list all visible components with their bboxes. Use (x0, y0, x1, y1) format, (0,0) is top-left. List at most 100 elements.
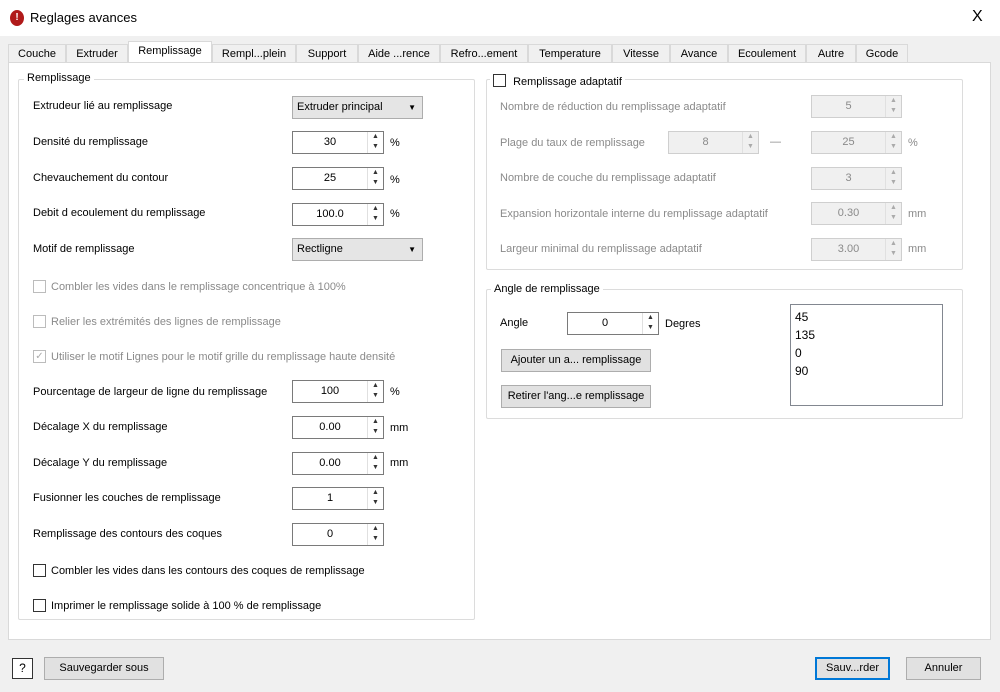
range-max-spinbox[interactable]: 25 ▲ ▼ (811, 131, 902, 154)
concentric-label: Combler les vides dans le remplissage co… (51, 281, 346, 293)
angle-list-item[interactable]: 135 (795, 326, 938, 344)
spin-arrows-icon[interactable]: ▲ ▼ (885, 168, 901, 189)
spin-arrows-icon[interactable]: ▲ ▼ (885, 96, 901, 117)
tab-rempl-plein[interactable]: Rempl...plein (212, 44, 296, 63)
line-width-spinbox[interactable]: 100 ▲ ▼ (292, 380, 384, 403)
tab-ecoulement[interactable]: Ecoulement (728, 44, 806, 63)
overlap-spinbox[interactable]: 25 ▲ ▼ (292, 167, 384, 190)
spin-arrows-icon[interactable]: ▲ ▼ (367, 204, 383, 225)
help-button[interactable]: ? (12, 658, 33, 679)
density-label: Densité du remplissage (33, 136, 148, 148)
range-separator: — (770, 136, 781, 148)
group-title: Remplissage (24, 72, 94, 84)
merge-layers-value: 1 (326, 492, 334, 504)
merge-layers-spinbox[interactable]: 1 ▲ ▼ (292, 487, 384, 510)
connect-lines-label: Relier les extrémités des lignes de remp… (51, 316, 281, 328)
cancel-button[interactable]: Annuler (906, 657, 981, 680)
expansion-spinbox[interactable]: 0.30 ▲ ▼ (811, 202, 902, 225)
reduction-spinbox[interactable]: 5 ▲ ▼ (811, 95, 902, 118)
line-width-unit: % (390, 386, 400, 398)
close-icon[interactable]: X (972, 8, 983, 26)
angle-group-title: Angle de remplissage (491, 283, 603, 295)
expansion-unit: mm (908, 208, 927, 220)
tab-temperature[interactable]: Temperature (528, 44, 612, 63)
angle-list-item[interactable]: 45 (795, 308, 938, 326)
window-title: Reglages avances (30, 10, 137, 25)
pattern-select[interactable]: Rectligne ▼ (292, 238, 423, 261)
spin-arrows-icon[interactable]: ▲ ▼ (367, 488, 383, 509)
merge-layers-label: Fusionner les couches de remplissage (33, 492, 221, 504)
layers-label: Nombre de couche du remplissage adaptati… (500, 172, 716, 184)
lines-pattern-checkbox[interactable]: ✓ (33, 350, 46, 363)
spin-arrows-icon[interactable]: ▲ ▼ (367, 168, 383, 189)
chevron-down-icon: ▼ (408, 103, 416, 112)
flow-value: 100.0 (316, 208, 344, 220)
angle-list[interactable]: 45 135 0 90 (790, 304, 943, 406)
shells-label: Remplissage des contours des coques (33, 528, 222, 540)
fill-gaps-checkbox[interactable] (33, 564, 46, 577)
tab-gcode[interactable]: Gcode (856, 44, 908, 63)
line-width-label: Pourcentage de largeur de ligne du rempl… (33, 386, 268, 398)
spin-arrows-icon[interactable]: ▲ ▼ (367, 524, 383, 545)
remove-angle-button[interactable]: Retirer l'ang...e remplissage (501, 385, 651, 408)
min-width-value: 3.00 (837, 243, 860, 255)
save-as-button[interactable]: Sauvegarder sous (44, 657, 164, 680)
tab-refroidissement[interactable]: Refro...ement (440, 44, 528, 63)
spin-arrows-icon[interactable]: ▲ ▼ (367, 132, 383, 153)
extruder-value: Extruder principal (297, 101, 383, 113)
spin-arrows-icon[interactable]: ▲ ▼ (885, 203, 901, 224)
concentric-checkbox[interactable] (33, 280, 46, 293)
overlap-unit: % (390, 174, 400, 186)
min-width-spinbox[interactable]: 3.00 ▲ ▼ (811, 238, 902, 261)
min-width-unit: mm (908, 243, 927, 255)
shells-spinbox[interactable]: 0 ▲ ▼ (292, 523, 384, 546)
app-icon: ! (10, 10, 24, 26)
tab-remplissage[interactable]: Remplissage (128, 41, 212, 63)
pattern-label: Motif de remplissage (33, 243, 135, 255)
tab-extruder[interactable]: Extruder (66, 44, 128, 63)
tab-autre[interactable]: Autre (806, 44, 856, 63)
reduction-label: Nombre de réduction du remplissage adapt… (500, 101, 726, 113)
offset-y-label: Décalage Y du remplissage (33, 457, 168, 469)
range-max-value: 25 (842, 136, 855, 148)
offset-y-unit: mm (390, 457, 409, 469)
angle-list-item[interactable]: 0 (795, 344, 938, 362)
layers-spinbox[interactable]: 3 ▲ ▼ (811, 167, 902, 190)
connect-lines-checkbox[interactable] (33, 315, 46, 328)
layers-value: 3 (845, 172, 852, 184)
spin-arrows-icon[interactable]: ▲ ▼ (367, 453, 383, 474)
offset-x-value: 0.00 (319, 421, 341, 433)
angle-spinbox[interactable]: 0 ▲ ▼ (567, 312, 659, 335)
density-unit: % (390, 137, 400, 149)
spin-arrows-icon[interactable]: ▲ ▼ (742, 132, 758, 153)
shells-value: 0 (326, 528, 334, 540)
flow-spinbox[interactable]: 100.0 ▲ ▼ (292, 203, 384, 226)
spin-arrows-icon[interactable]: ▲ ▼ (367, 417, 383, 438)
angle-list-item[interactable]: 90 (795, 362, 938, 380)
adaptive-checkbox[interactable] (493, 74, 506, 87)
fill-gaps-label: Combler les vides dans les contours des … (51, 565, 365, 577)
density-spinbox[interactable]: 30 ▲ ▼ (292, 131, 384, 154)
tab-vitesse[interactable]: Vitesse (612, 44, 670, 63)
tab-aide-adherence[interactable]: Aide ...rence (358, 44, 440, 63)
range-min-spinbox[interactable]: 8 ▲ ▼ (668, 131, 759, 154)
spin-arrows-icon[interactable]: ▲ ▼ (642, 313, 658, 334)
spin-arrows-icon[interactable]: ▲ ▼ (367, 381, 383, 402)
tab-support[interactable]: Support (296, 44, 358, 63)
density-value: 30 (323, 136, 337, 148)
pattern-value: Rectligne (297, 243, 343, 255)
offset-x-spinbox[interactable]: 0.00 ▲ ▼ (292, 416, 384, 439)
add-angle-button[interactable]: Ajouter un a... remplissage (501, 349, 651, 372)
save-button[interactable]: Sauv...rder (815, 657, 890, 680)
angle-label: Angle (500, 317, 529, 329)
extruder-select[interactable]: Extruder principal ▼ (292, 96, 423, 119)
spin-arrows-icon[interactable]: ▲ ▼ (885, 132, 901, 153)
solid-infill-checkbox[interactable] (33, 599, 46, 612)
spin-arrows-icon[interactable]: ▲ ▼ (885, 239, 901, 260)
expansion-label: Expansion horizontale interne du remplis… (500, 208, 768, 220)
title-bar: ! Reglages avances X (0, 0, 1000, 36)
offset-y-spinbox[interactable]: 0.00 ▲ ▼ (292, 452, 384, 475)
tab-avance[interactable]: Avance (670, 44, 728, 63)
extruder-label: Extrudeur lié au remplissage (33, 100, 173, 112)
tab-couche[interactable]: Couche (8, 44, 66, 63)
